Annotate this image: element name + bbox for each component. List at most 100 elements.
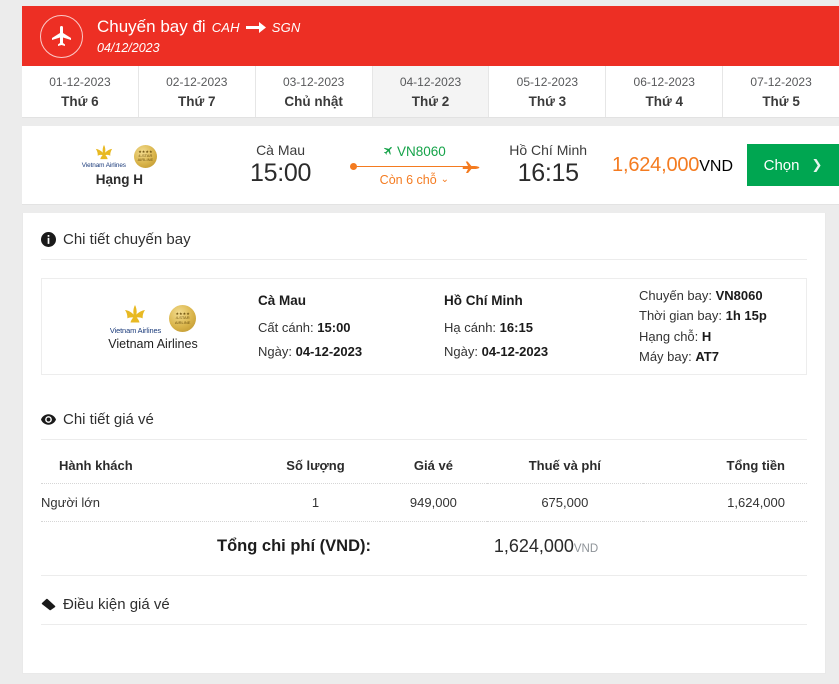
- detail-departure-col: Cà Mau Cất cánh: 15:00 Ngày: 04-12-2023: [258, 288, 444, 365]
- airplane-icon: [40, 15, 83, 58]
- price-cell: 1,624,000VND: [612, 154, 747, 177]
- flight-detail-box: Vietnam Airlines ★★★★4-STARAIRLINE Vietn…: [41, 278, 807, 375]
- path-airplane-icon: [462, 159, 480, 178]
- header-title-text: Chuyến bay đi: [97, 17, 206, 37]
- dest-code: SGN: [272, 21, 301, 36]
- detail-aircraft-label: Máy bay:: [639, 349, 692, 364]
- detail-duration-label: Thời gian bay:: [639, 308, 722, 323]
- detail-duration-row: Thời gian bay: 1h 15p: [639, 306, 767, 326]
- flight-path-cell: VN8060 Còn 6 chỗ ⌄: [344, 144, 484, 187]
- price-currency: VND: [699, 158, 733, 175]
- vietnam-airlines-logo-icon: Vietnam Airlines: [82, 143, 126, 169]
- col-passenger: Hành khách: [41, 450, 251, 484]
- date-tabs: 01-12-2023 Thứ 6 02-12-2023 Thứ 7 03-12-…: [22, 66, 839, 118]
- fare-conditions-section: Điều kiện giá vé: [23, 576, 825, 625]
- vietnam-airlines-logo-icon: Vietnam Airlines: [110, 303, 161, 335]
- date-tab-date: 05-12-2023: [517, 75, 578, 89]
- price-table: Hành khách Số lượng Giá vé Thuế và phí T…: [41, 450, 807, 522]
- flight-detail-heading: Chi tiết chuyến bay: [41, 213, 807, 260]
- flight-summary-row[interactable]: Vietnam Airlines ★★★★4-STARAIRLINE Hạng …: [22, 126, 839, 205]
- detail-departure-time-row: Cất cánh: 15:00: [258, 316, 444, 341]
- info-circle-icon: [41, 232, 56, 247]
- date-tab-4[interactable]: 05-12-2023 Thứ 3: [489, 66, 606, 117]
- price-detail-section: Chi tiết giá vé Hành khách Số lượng Giá …: [23, 393, 825, 576]
- total-cost-value-wrap: 1,624,000VND: [371, 536, 807, 557]
- col-total: Tổng tiền: [643, 450, 807, 484]
- header-texts: Chuyến bay đi CAH SGN 04/12/2023: [97, 17, 301, 55]
- cell-total: 1,624,000: [643, 484, 807, 522]
- date-tab-day: Thứ 3: [529, 94, 567, 109]
- departure-cell: Cà Mau 15:00: [217, 142, 345, 188]
- price-table-head: Hành khách Số lượng Giá vé Thuế và phí T…: [41, 450, 807, 484]
- vietnam-airlines-wordmark: Vietnam Airlines: [82, 162, 126, 169]
- date-tab-2[interactable]: 03-12-2023 Chủ nhật: [256, 66, 373, 117]
- seats-left-text: Còn 6 chỗ: [380, 173, 437, 187]
- arrival-cell: Hồ Chí Minh 16:15: [484, 142, 612, 188]
- price-detail-title: Chi tiết giá vé: [63, 411, 154, 428]
- price-table-body: Người lớn 1 949,000 675,000 1,624,000: [41, 484, 807, 522]
- date-tab-day: Thứ 2: [412, 94, 450, 109]
- total-cost-label: Tổng chi phí (VND):: [41, 537, 371, 556]
- detail-flight-value: VN8060: [716, 288, 763, 303]
- cell-tax: 675,000: [487, 484, 643, 522]
- col-quantity: Số lượng: [251, 450, 380, 484]
- detail-arrival-time-label: Hạ cánh:: [444, 320, 496, 335]
- detail-arrival-date: 04-12-2023: [482, 344, 549, 359]
- path-line: [354, 166, 470, 167]
- flight-detail-section: Chi tiết chuyến bay Vietnam Airlines ★★★…: [23, 213, 825, 375]
- detail-flight-row: Chuyến bay: VN8060: [639, 286, 767, 306]
- detail-aircraft-value: AT7: [695, 349, 719, 364]
- eye-icon: [41, 412, 56, 427]
- origin-code: CAH: [212, 21, 240, 36]
- detail-departure-city: Cà Mau: [258, 288, 444, 314]
- detail-class-row: Hạng chỗ: H: [639, 327, 767, 347]
- choose-button-label: Chọn: [764, 157, 800, 174]
- detail-aircraft-row: Máy bay: AT7: [639, 347, 767, 367]
- flight-detail-title: Chi tiết chuyến bay: [63, 231, 191, 248]
- detail-info-col: Chuyến bay: VN8060 Thời gian bay: 1h 15p…: [639, 286, 767, 367]
- total-cost-row: Tổng chi phí (VND): 1,624,000VND: [41, 522, 807, 576]
- seats-left-toggle[interactable]: Còn 6 chỗ ⌄: [380, 173, 449, 187]
- header-date: 04/12/2023: [97, 41, 301, 55]
- date-tab-3-active[interactable]: 04-12-2023 Thứ 2: [373, 66, 490, 117]
- detail-duration-value: 1h 15p: [726, 308, 767, 323]
- airline-cell: Vietnam Airlines ★★★★4-STARAIRLINE Hạng …: [22, 143, 217, 187]
- flight-header: Chuyến bay đi CAH SGN 04/12/2023: [22, 6, 839, 66]
- date-tab-1[interactable]: 02-12-2023 Thứ 7: [139, 66, 256, 117]
- detail-departure-date: 04-12-2023: [296, 344, 363, 359]
- vietnam-airlines-wordmark: Vietnam Airlines: [110, 326, 161, 335]
- skytrax-badge-icon: ★★★★4-STARAIRLINE: [169, 305, 196, 332]
- detail-flight-label: Chuyến bay:: [639, 288, 712, 303]
- detail-departure-time: 15:00: [317, 320, 350, 335]
- col-tax: Thuế và phí: [487, 450, 643, 484]
- date-tab-date: 02-12-2023: [166, 75, 227, 89]
- price-detail-heading: Chi tiết giá vé: [41, 393, 807, 440]
- flight-path-graphic: [350, 160, 478, 172]
- cell-quantity: 1: [251, 484, 380, 522]
- date-tab-day: Thứ 4: [645, 94, 683, 109]
- airplane-small-icon: [383, 144, 394, 159]
- detail-departure-date-label: Ngày:: [258, 344, 292, 359]
- skytrax-badge-icon: ★★★★4-STARAIRLINE: [134, 145, 157, 168]
- detail-arrival-date-label: Ngày:: [444, 344, 478, 359]
- date-tab-date: 03-12-2023: [283, 75, 344, 89]
- detail-arrival-date-row: Ngày: 04-12-2023: [444, 340, 639, 365]
- date-tab-5[interactable]: 06-12-2023 Thứ 4: [606, 66, 723, 117]
- date-tab-day: Chủ nhật: [284, 94, 343, 109]
- date-tab-6[interactable]: 07-12-2023 Thứ 5: [723, 66, 839, 117]
- fare-conditions-heading: Điều kiện giá vé: [41, 576, 807, 625]
- ticket-icon: [41, 597, 56, 612]
- cabin-class-label: Hạng H: [96, 172, 143, 187]
- detail-airline-cell: Vietnam Airlines ★★★★4-STARAIRLINE Vietn…: [48, 303, 258, 351]
- choose-button[interactable]: Chọn ❯: [747, 144, 839, 186]
- date-tab-day: Thứ 6: [61, 94, 99, 109]
- arrow-right-icon: [246, 18, 266, 38]
- arrival-city: Hồ Chí Minh: [484, 142, 612, 158]
- detail-arrival-col: Hồ Chí Minh Hạ cánh: 16:15 Ngày: 04-12-2…: [444, 288, 639, 365]
- date-tab-day: Thứ 7: [178, 94, 216, 109]
- departure-city: Cà Mau: [217, 142, 345, 158]
- total-cost-currency: VND: [574, 543, 598, 555]
- date-tab-date: 07-12-2023: [750, 75, 811, 89]
- price-amount: 1,624,000: [612, 154, 699, 176]
- date-tab-0[interactable]: 01-12-2023 Thứ 6: [22, 66, 139, 117]
